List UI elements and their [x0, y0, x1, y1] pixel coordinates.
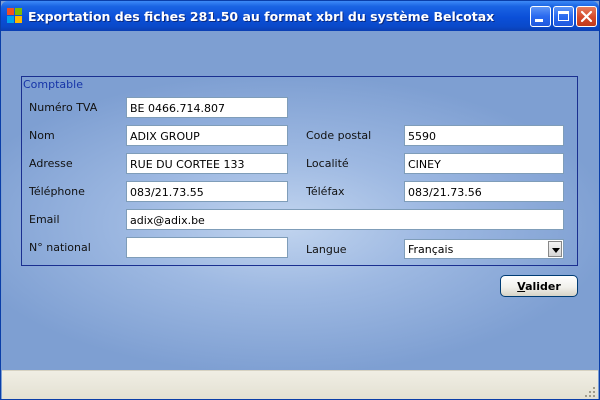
- chevron-down-icon[interactable]: [548, 241, 562, 257]
- national-field[interactable]: [126, 237, 288, 258]
- telefax-field[interactable]: 083/21.73.56: [404, 181, 564, 202]
- localite-field[interactable]: CINEY: [404, 153, 564, 174]
- label-email: Email: [29, 213, 60, 226]
- maximize-icon: [558, 11, 569, 21]
- langue-selected-value: Français: [408, 243, 454, 256]
- label-national: N° national: [29, 241, 91, 254]
- email-field[interactable]: adix@adix.be: [126, 209, 564, 230]
- group-title: Comptable: [23, 78, 83, 91]
- valider-mnemonic: V: [517, 280, 526, 293]
- resize-grip-icon[interactable]: [585, 387, 595, 397]
- numero-tva-field[interactable]: BE 0466.714.807: [126, 97, 288, 118]
- label-code-postal: Code postal: [306, 129, 372, 142]
- minimize-button[interactable]: [530, 6, 551, 27]
- nom-field[interactable]: ADIX GROUP: [126, 125, 288, 146]
- minimize-icon: [535, 19, 543, 22]
- label-adresse: Adresse: [29, 157, 73, 170]
- close-button[interactable]: [576, 6, 597, 27]
- window-title: Exportation des fiches 281.50 au format …: [28, 9, 495, 24]
- label-langue: Langue: [306, 243, 347, 256]
- label-telephone: Téléphone: [29, 185, 85, 198]
- langue-select[interactable]: Français: [404, 239, 564, 259]
- status-bar: [2, 370, 598, 399]
- windows-app-icon[interactable]: [7, 8, 23, 24]
- title-bar[interactable]: Exportation des fiches 281.50 au format …: [1, 1, 599, 31]
- telephone-field[interactable]: 083/21.73.55: [126, 181, 288, 202]
- code-postal-field[interactable]: 5590: [404, 125, 564, 146]
- export-window: Exportation des fiches 281.50 au format …: [0, 0, 600, 400]
- valider-button[interactable]: Valider: [500, 275, 578, 297]
- label-localite: Localité: [306, 157, 349, 170]
- valider-label: alider: [525, 280, 561, 293]
- label-numero-tva: Numéro TVA: [29, 101, 98, 114]
- label-telefax: Téléfax: [306, 185, 345, 198]
- close-icon: [580, 10, 593, 23]
- label-nom: Nom: [29, 129, 55, 142]
- maximize-button[interactable]: [553, 6, 574, 27]
- adresse-field[interactable]: RUE DU CORTEE 133: [126, 153, 288, 174]
